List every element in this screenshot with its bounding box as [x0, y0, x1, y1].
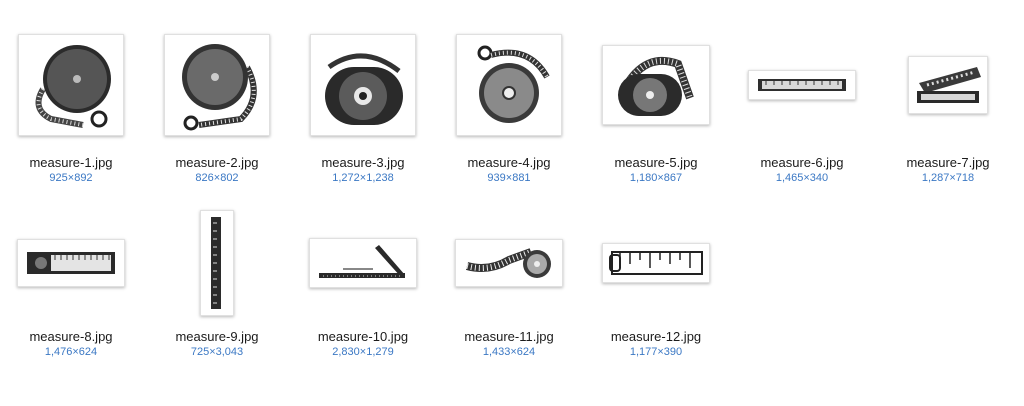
- file-dimensions: 1,476×624: [44, 346, 98, 358]
- file-dimensions: 1,433×624: [482, 346, 536, 358]
- file-tile[interactable]: measure-4.jpg 939×881: [436, 26, 582, 185]
- tape-roll-icon: [465, 248, 551, 278]
- file-name: measure-10.jpg: [317, 329, 409, 344]
- file-tile[interactable]: measure-10.jpg 2,830×1,279: [290, 208, 436, 359]
- folding-ruler-icon: [758, 79, 846, 91]
- thumbnail[interactable]: [309, 238, 417, 288]
- file-name: measure-2.jpg: [175, 155, 259, 170]
- round-tape-measure-icon: [182, 44, 257, 131]
- file-dimensions: 725×3,043: [190, 346, 244, 358]
- folding-ruler-icon: [917, 67, 981, 103]
- file-tile[interactable]: measure-5.jpg 1,180×867: [583, 26, 729, 185]
- file-dimensions: 925×892: [49, 172, 93, 184]
- file-tile[interactable]: measure-2.jpg 826×802: [144, 26, 290, 185]
- file-dimensions: 1,287×718: [921, 172, 975, 184]
- round-tape-measure-icon: [477, 45, 550, 123]
- file-dimensions: 1,272×1,238: [332, 172, 394, 184]
- thumbnail[interactable]: [602, 45, 710, 125]
- thumbnail[interactable]: [200, 210, 234, 316]
- thumbnail[interactable]: [748, 70, 856, 100]
- thumbnail[interactable]: [602, 243, 710, 283]
- carpenter-square-icon: [319, 245, 405, 278]
- tape-closeup-icon: [609, 251, 703, 275]
- file-name: measure-9.jpg: [175, 329, 259, 344]
- file-dimensions: 939×881: [487, 172, 531, 184]
- file-tile[interactable]: measure-12.jpg 1,177×390: [583, 208, 729, 359]
- file-name: measure-4.jpg: [467, 155, 551, 170]
- thumbnail[interactable]: [310, 34, 416, 136]
- round-tape-measure-icon: [35, 45, 111, 128]
- file-tile[interactable]: measure-6.jpg 1,465×340: [729, 26, 875, 185]
- file-tile[interactable]: measure-8.jpg 1,476×624: [0, 208, 144, 359]
- file-tile[interactable]: measure-1.jpg 925×892: [0, 26, 144, 185]
- thumbnail[interactable]: [164, 34, 270, 136]
- file-dimensions: 2,830×1,279: [332, 346, 394, 358]
- reel-tape-measure-icon: [325, 53, 403, 125]
- reel-tape-measure-icon: [618, 56, 694, 116]
- file-name: measure-3.jpg: [321, 155, 405, 170]
- thumbnail[interactable]: [17, 239, 125, 287]
- file-name: measure-7.jpg: [906, 155, 990, 170]
- file-name: measure-8.jpg: [29, 329, 113, 344]
- thumbnail[interactable]: [455, 239, 563, 287]
- file-name: measure-6.jpg: [760, 155, 844, 170]
- file-tile[interactable]: measure-9.jpg 725×3,043: [144, 208, 290, 359]
- file-tile[interactable]: measure-11.jpg 1,433×624: [436, 208, 582, 359]
- thumbnail[interactable]: [18, 34, 124, 136]
- file-tile[interactable]: measure-3.jpg 1,272×1,238: [290, 26, 436, 185]
- thumbnail[interactable]: [908, 56, 988, 114]
- file-name: measure-11.jpg: [464, 329, 554, 344]
- file-dimensions: 1,465×340: [775, 172, 829, 184]
- file-dimensions: 1,177×390: [629, 346, 683, 358]
- file-name: measure-1.jpg: [29, 155, 113, 170]
- vertical-ruler-icon: [211, 217, 221, 309]
- folding-ruler-icon: [27, 252, 115, 274]
- file-name: measure-5.jpg: [614, 155, 698, 170]
- file-dimensions: 826×802: [195, 172, 239, 184]
- thumbnail[interactable]: [456, 34, 562, 136]
- file-name: measure-12.jpg: [610, 329, 702, 344]
- file-tile[interactable]: measure-7.jpg 1,287×718: [875, 26, 1021, 185]
- file-dimensions: 1,180×867: [629, 172, 683, 184]
